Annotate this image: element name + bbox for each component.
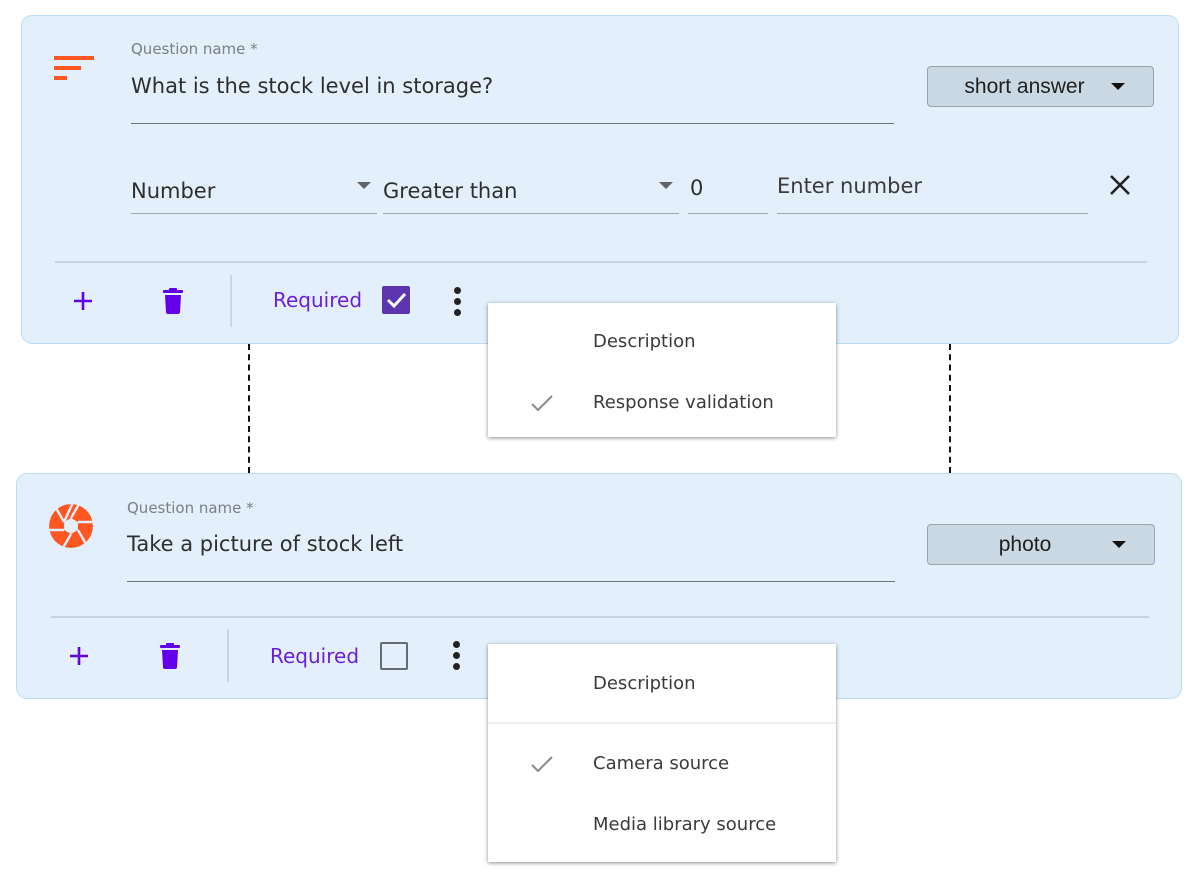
add-question-button[interactable] [68, 286, 98, 316]
validation-value-input[interactable]: 0 [688, 168, 768, 214]
required-checkbox[interactable] [380, 642, 408, 670]
validation-number-input[interactable]: Enter number [777, 168, 1088, 214]
question-type-select[interactable]: short answer [927, 66, 1154, 107]
camera-shutter-icon [49, 504, 93, 548]
required-label[interactable]: Required [270, 644, 359, 668]
delete-question-button[interactable] [155, 640, 185, 672]
chevron-down-icon [1111, 83, 1125, 90]
question-card-short-answer: Question name * What is the stock level … [21, 15, 1179, 344]
card-divider [55, 261, 1147, 263]
card-divider [51, 616, 1149, 618]
question-options-menu: Description Response validation [488, 303, 836, 437]
question-name-label: Question name * [127, 499, 254, 517]
menu-item-description[interactable]: Description [488, 322, 836, 362]
check-icon [531, 395, 553, 412]
menu-item-media-library-source[interactable]: Media library source [488, 805, 836, 845]
question-type-value: short answer [964, 74, 1085, 98]
plus-icon [70, 647, 88, 665]
more-vertical-icon[interactable] [451, 641, 461, 671]
question-type-select[interactable]: photo [927, 524, 1155, 565]
menu-item-response-validation[interactable]: Response validation [488, 383, 836, 423]
chevron-down-icon [357, 182, 371, 189]
connector-line-right [949, 344, 951, 473]
question-options-menu: Description Camera source Media library … [488, 644, 836, 862]
question-name-label: Question name * [131, 40, 258, 58]
footer-divider [230, 275, 232, 327]
menu-divider [488, 722, 836, 724]
required-label[interactable]: Required [273, 288, 362, 312]
menu-item-label: Media library source [593, 814, 777, 835]
menu-item-camera-source[interactable]: Camera source [488, 744, 836, 784]
question-name-input[interactable]: What is the stock level in storage? [131, 74, 894, 124]
delete-question-button[interactable] [158, 285, 188, 317]
menu-item-label: Response validation [593, 392, 774, 413]
question-type-value: photo [998, 532, 1052, 556]
more-vertical-icon[interactable] [452, 287, 462, 317]
chevron-down-icon [659, 182, 673, 189]
menu-item-label: Description [593, 331, 696, 352]
short-answer-icon [54, 56, 94, 80]
required-checkbox[interactable] [382, 286, 410, 314]
check-icon [386, 292, 407, 309]
validation-kind-value: Number [131, 178, 216, 203]
menu-item-label: Description [593, 673, 696, 694]
question-name-input[interactable]: Take a picture of stock left [127, 532, 895, 582]
add-question-button[interactable] [64, 641, 94, 671]
validation-operator-select[interactable]: Greater than [383, 168, 679, 214]
validation-number-placeholder: Enter number [777, 173, 923, 198]
menu-item-label: Camera source [593, 753, 730, 774]
footer-divider [227, 629, 229, 682]
validation-kind-select[interactable]: Number [131, 168, 377, 214]
close-icon[interactable] [1108, 173, 1132, 197]
validation-operator-value: Greater than [383, 178, 518, 203]
chevron-down-icon [1112, 541, 1126, 548]
trash-icon [163, 288, 183, 314]
plus-icon [74, 292, 92, 310]
check-icon [531, 756, 553, 773]
trash-icon [160, 643, 180, 669]
menu-item-description[interactable]: Description [488, 664, 836, 704]
connector-line-left [248, 344, 250, 473]
validation-value: 0 [690, 175, 704, 200]
